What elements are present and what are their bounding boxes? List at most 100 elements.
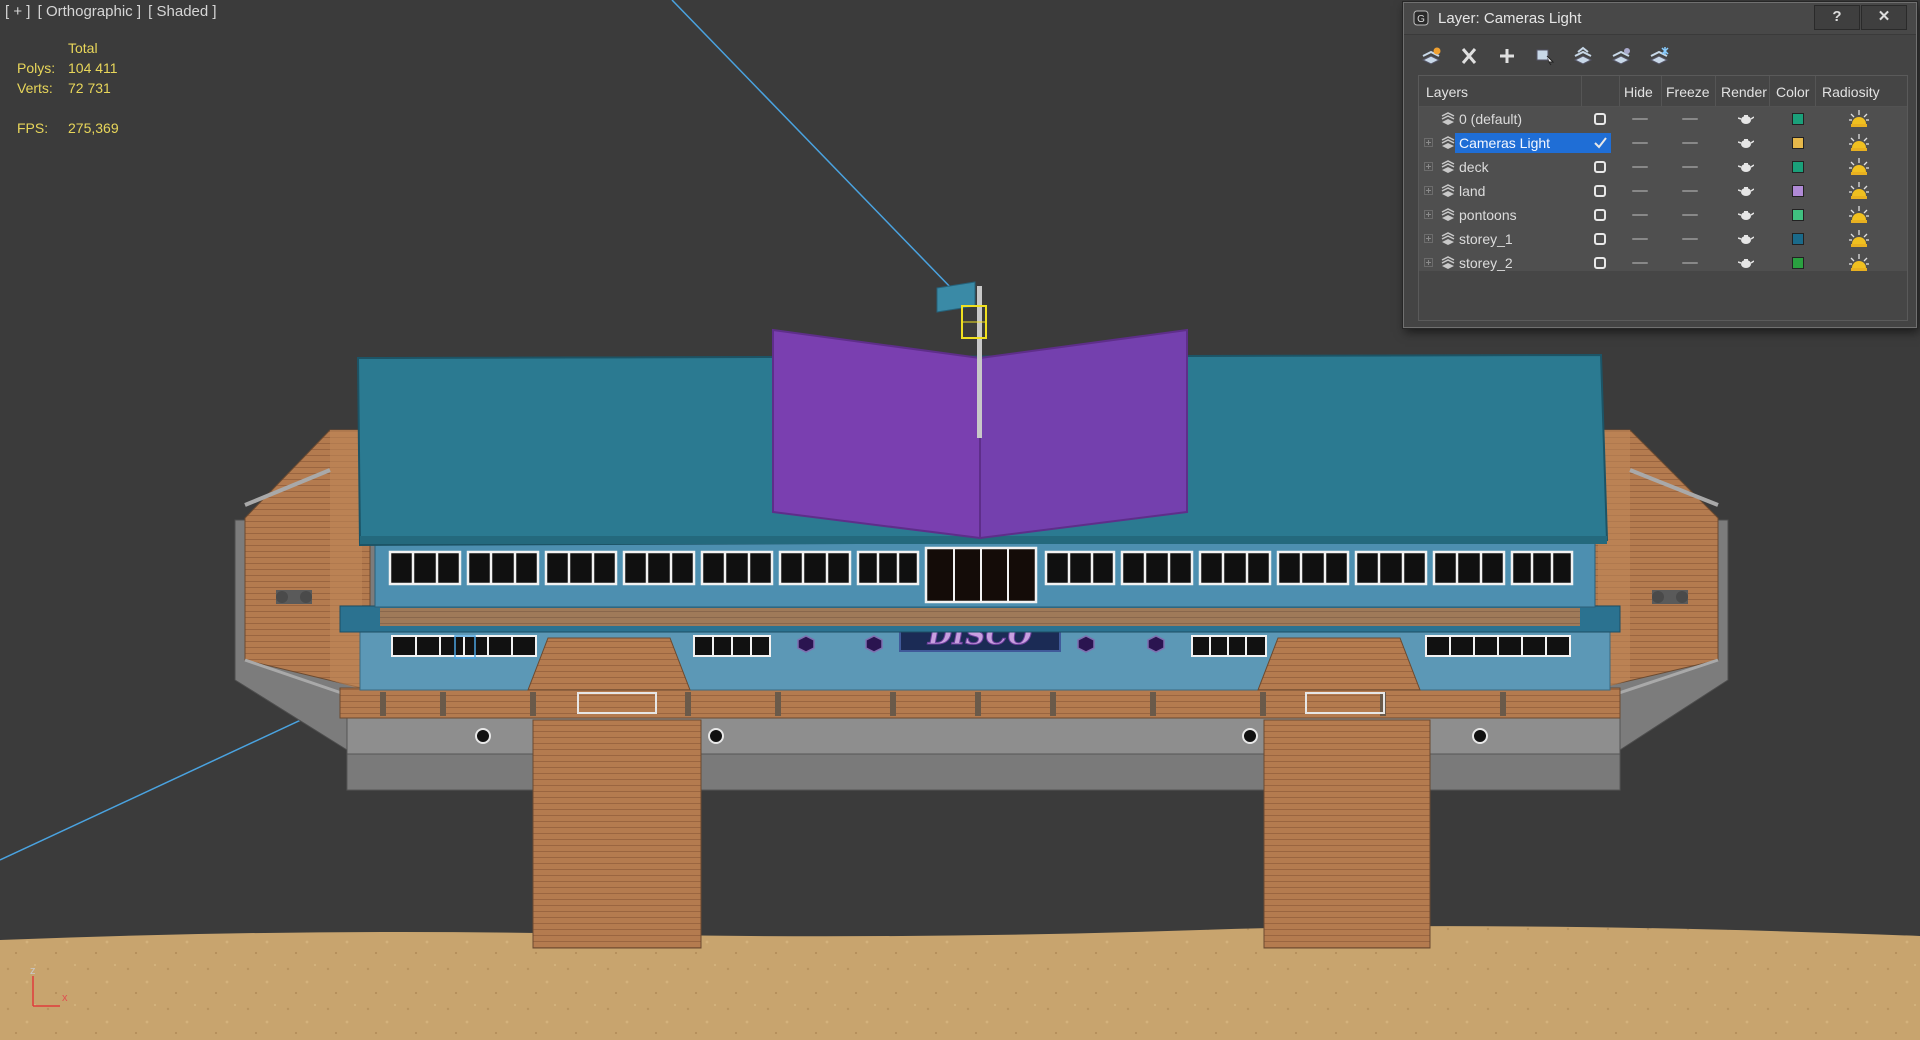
freeze-all-layers-button[interactable]	[1642, 41, 1674, 71]
expand-icon[interactable]	[1424, 258, 1433, 267]
radiosity-sun-icon[interactable]	[1848, 228, 1870, 250]
hide-all-layers-button[interactable]	[1604, 41, 1636, 71]
gangway-left	[532, 719, 702, 949]
layer-color-swatch[interactable]	[1792, 185, 1804, 197]
viewport-label[interactable]: [ + ] [ Orthographic ] [ Shaded ]	[5, 3, 220, 20]
set-current-checkbox[interactable]	[1593, 256, 1607, 270]
col-hide[interactable]: Hide	[1624, 84, 1653, 100]
layer-row[interactable]: 0 (default)	[1419, 107, 1907, 131]
column-header: Layers Hide Freeze Render Color Radiosit…	[1419, 76, 1907, 107]
col-freeze[interactable]: Freeze	[1666, 84, 1710, 100]
render-teapot-icon[interactable]	[1738, 233, 1754, 245]
col-layers[interactable]: Layers	[1426, 84, 1468, 100]
polys-value: 104 411	[68, 60, 118, 76]
layer-row[interactable]: pontoons	[1419, 203, 1907, 227]
layer-name[interactable]: pontoons	[1455, 205, 1611, 225]
hide-all-layers-icon	[1611, 48, 1631, 65]
hide-toggle[interactable]	[1632, 166, 1648, 168]
create-layer-button[interactable]	[1414, 41, 1446, 71]
expand-icon[interactable]	[1424, 186, 1433, 195]
layer-row[interactable]: Cameras Light	[1419, 131, 1907, 155]
radiosity-sun-icon[interactable]	[1848, 204, 1870, 226]
expand-icon[interactable]	[1424, 138, 1433, 147]
help-button[interactable]: ?	[1814, 5, 1860, 30]
hide-toggle[interactable]	[1632, 118, 1648, 120]
freeze-toggle[interactable]	[1682, 238, 1698, 240]
layer-name[interactable]: storey_2	[1455, 253, 1611, 273]
hide-toggle[interactable]	[1632, 262, 1648, 264]
layer-color-swatch[interactable]	[1792, 257, 1804, 269]
render-teapot-icon[interactable]	[1738, 113, 1754, 125]
layer-color-swatch[interactable]	[1792, 209, 1804, 221]
layer-color-swatch[interactable]	[1792, 161, 1804, 173]
radiosity-sun-icon[interactable]	[1848, 132, 1870, 154]
radiosity-sun-icon[interactable]	[1848, 180, 1870, 202]
expand-icon[interactable]	[1424, 210, 1433, 219]
sand-ground	[0, 926, 1920, 1040]
layer-list-panel[interactable]: Layers Hide Freeze Render Color Radiosit…	[1418, 75, 1908, 321]
delete-layer-button[interactable]	[1452, 41, 1484, 71]
freeze-toggle[interactable]	[1682, 190, 1698, 192]
freeze-toggle[interactable]	[1682, 142, 1698, 144]
svg-text:G: G	[1417, 14, 1425, 25]
hide-toggle[interactable]	[1632, 142, 1648, 144]
layer-toolbar	[1414, 41, 1904, 71]
render-teapot-icon[interactable]	[1738, 257, 1754, 269]
close-button[interactable]: ✕	[1861, 5, 1907, 30]
render-teapot-icon[interactable]	[1738, 185, 1754, 197]
viewport-shading-menu[interactable]: [ Shaded ]	[148, 3, 216, 20]
highlight-layer-button[interactable]	[1566, 41, 1598, 71]
render-teapot-icon[interactable]	[1738, 161, 1754, 173]
layer-color-swatch[interactable]	[1792, 137, 1804, 149]
freeze-toggle[interactable]	[1682, 166, 1698, 168]
layer-name[interactable]: deck	[1455, 157, 1611, 177]
dialog-title: Layer: Cameras Light	[1438, 10, 1582, 27]
dialog-titlebar[interactable]: G Layer: Cameras Light ? ✕	[1404, 3, 1916, 35]
hide-toggle[interactable]	[1632, 238, 1648, 240]
layer-row[interactable]: deck	[1419, 155, 1907, 179]
hide-toggle[interactable]	[1632, 214, 1648, 216]
layer-row[interactable]: storey_2	[1419, 251, 1907, 275]
freeze-all-layers-icon	[1649, 47, 1669, 65]
radiosity-sun-icon[interactable]	[1848, 156, 1870, 178]
layer-row[interactable]: storey_1	[1419, 227, 1907, 251]
viewport-projection-menu[interactable]: [ Orthographic ]	[38, 3, 141, 20]
layer-row[interactable]: land	[1419, 179, 1907, 203]
add-to-layer-button[interactable]	[1490, 41, 1522, 71]
col-render[interactable]: Render	[1721, 84, 1767, 100]
add-to-layer-icon	[1500, 49, 1514, 63]
expand-icon[interactable]	[1424, 162, 1433, 171]
freeze-toggle[interactable]	[1682, 118, 1698, 120]
layer-manager-dialog[interactable]: G Layer: Cameras Light ? ✕ Layers Hide F…	[1403, 2, 1917, 328]
set-current-checkbox[interactable]	[1593, 208, 1607, 222]
layer-name[interactable]: Cameras Light	[1455, 133, 1611, 153]
axis-x-label: x	[62, 992, 68, 1004]
highlight-layer-icon	[1573, 46, 1593, 65]
expand-icon[interactable]	[1424, 234, 1433, 243]
purple-panel-left	[772, 328, 981, 540]
radiosity-sun-icon[interactable]	[1848, 252, 1870, 274]
set-current-checkbox[interactable]	[1593, 160, 1607, 174]
col-radiosity[interactable]: Radiosity	[1822, 84, 1880, 100]
layer-name[interactable]: storey_1	[1455, 229, 1611, 249]
current-layer-checkmark-icon[interactable]	[1593, 136, 1607, 150]
radiosity-sun-icon[interactable]	[1848, 108, 1870, 130]
polys-label: Polys:	[17, 60, 56, 76]
set-current-checkbox[interactable]	[1593, 184, 1607, 198]
select-objects-button[interactable]	[1528, 41, 1560, 71]
render-teapot-icon[interactable]	[1738, 209, 1754, 221]
freeze-toggle[interactable]	[1682, 214, 1698, 216]
layer-color-swatch[interactable]	[1792, 233, 1804, 245]
winch-right	[1652, 590, 1688, 604]
set-current-checkbox[interactable]	[1593, 112, 1607, 126]
viewport-menu-plus[interactable]: [ + ]	[5, 3, 30, 20]
layer-color-swatch[interactable]	[1792, 113, 1804, 125]
select-objects-icon	[1536, 49, 1555, 66]
col-color[interactable]: Color	[1776, 84, 1809, 100]
render-teapot-icon[interactable]	[1738, 137, 1754, 149]
freeze-toggle[interactable]	[1682, 262, 1698, 264]
layer-name[interactable]: land	[1455, 181, 1611, 201]
layer-name[interactable]: 0 (default)	[1455, 109, 1611, 129]
hide-toggle[interactable]	[1632, 190, 1648, 192]
set-current-checkbox[interactable]	[1593, 232, 1607, 246]
